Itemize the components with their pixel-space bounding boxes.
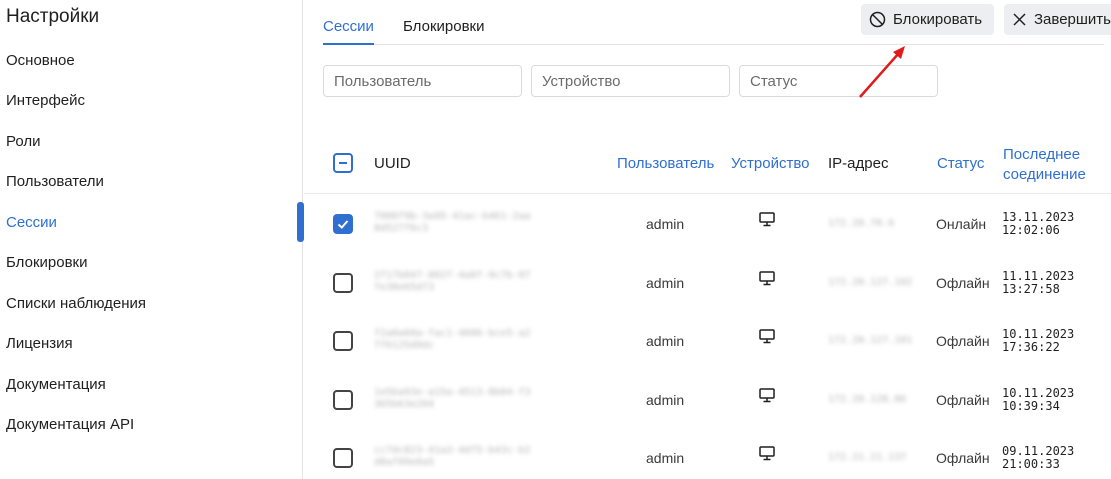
app-window: Настройки Основное Интерфейс Роли Пользо… bbox=[0, 0, 1111, 479]
row-status: Офлайн bbox=[936, 333, 990, 350]
row-checkbox[interactable] bbox=[333, 389, 353, 410]
table-row[interactable]: 1e5ba93e-a15a-4513-8b04-f3365b63e204 adm… bbox=[304, 370, 1111, 429]
row-time: 12:02:06 bbox=[1002, 223, 1060, 237]
row-checkbox[interactable] bbox=[333, 331, 353, 352]
monitor-icon bbox=[759, 270, 775, 289]
row-user: admin bbox=[646, 391, 685, 408]
row-ip: 172.20.128.86 bbox=[828, 393, 907, 405]
row-status: Офлайн bbox=[936, 274, 990, 291]
table-row[interactable]: 7000f9b-3a95-41ac-b461-2aa8d527f6c3 admi… bbox=[304, 194, 1111, 253]
monitor-icon bbox=[759, 212, 775, 230]
column-last-connection-line1: Последнее bbox=[1003, 146, 1081, 163]
row-uuid: 7000f9b-3a95-41ac-b461-2aa8d527f6c3 bbox=[374, 211, 531, 234]
column-status[interactable]: Статус bbox=[937, 155, 984, 172]
check-icon bbox=[337, 220, 349, 229]
sidebar-nav: Основное Интерфейс Роли Пользователи Сес… bbox=[0, 40, 304, 446]
sidebar-item-docs[interactable]: Документация bbox=[0, 364, 303, 405]
table-header: UUID Пользователь Устройство IP-адрес Ст… bbox=[304, 133, 1111, 194]
table-row[interactable]: f2a0a60a-fac1-4606-bce5-a27f6125d9dc adm… bbox=[304, 311, 1111, 370]
sidebar: Настройки Основное Интерфейс Роли Пользо… bbox=[0, 0, 304, 479]
row-user: admin bbox=[646, 274, 685, 291]
row-checkbox[interactable] bbox=[333, 272, 353, 293]
row-last-connection: 13.11.2023 12:02:06 bbox=[1002, 211, 1074, 237]
row-time: 10:39:34 bbox=[1002, 398, 1060, 413]
monitor-icon bbox=[759, 329, 775, 347]
table-row[interactable]: cc7dc823-41a3-4df5-b43c-b2d8af09e0a5 adm… bbox=[304, 428, 1111, 479]
row-ip: 172.21.21.137 bbox=[828, 452, 907, 464]
select-all-checkbox[interactable] bbox=[333, 153, 353, 173]
status-filter-placeholder: Статус bbox=[750, 72, 798, 90]
row-date: 10.11.2023 bbox=[1002, 385, 1075, 400]
row-user: admin bbox=[646, 450, 685, 467]
sidebar-item-blocks[interactable]: Блокировки bbox=[0, 243, 303, 284]
row-uuid: cc7dc823-41a3-4df5-b43c-b2d8af09e0a5 bbox=[374, 445, 531, 469]
row-last-connection: 10.11.2023 17:36:22 bbox=[1002, 328, 1074, 354]
tab-blocks[interactable]: Блокировки bbox=[403, 18, 484, 43]
annotation-arrow-icon bbox=[859, 46, 905, 98]
row-time: 13:27:58 bbox=[1002, 281, 1060, 296]
minus-icon bbox=[339, 162, 347, 164]
row-status: Офлайн bbox=[936, 391, 990, 408]
table-row[interactable]: 2f17b047-802f-4a0f-9c7b-07fe38e65d73 adm… bbox=[304, 253, 1111, 312]
sidebar-item-watchlists[interactable]: Списки наблюдения bbox=[0, 283, 303, 324]
sidebar-item-license[interactable]: Лицензия bbox=[0, 324, 303, 365]
row-time: 21:00:33 bbox=[1002, 457, 1060, 472]
column-uuid: UUID bbox=[374, 155, 411, 172]
row-status: Офлайн bbox=[936, 450, 990, 467]
sidebar-title: Настройки bbox=[6, 6, 100, 27]
end-session-button[interactable]: Завершить bbox=[1004, 4, 1111, 35]
sidebar-item-api-docs[interactable]: Документация API bbox=[0, 405, 303, 446]
end-session-button-label: Завершить bbox=[1034, 11, 1111, 28]
row-last-connection: 10.11.2023 10:39:34 bbox=[1002, 385, 1075, 413]
tab-sessions[interactable]: Сессии bbox=[323, 18, 374, 45]
row-status: Онлайн bbox=[936, 216, 987, 232]
row-last-connection: 09.11.2023 21:00:33 bbox=[1002, 445, 1074, 471]
monitor-icon bbox=[759, 446, 775, 464]
sidebar-item-sessions[interactable]: Сессии bbox=[0, 202, 304, 243]
device-filter-input[interactable]: Устройство bbox=[531, 65, 730, 97]
tabs: Сессии Блокировки Блокировать Завершить bbox=[323, 0, 1111, 45]
sidebar-item-users[interactable]: Пользователи bbox=[0, 162, 303, 203]
block-button[interactable]: Блокировать bbox=[861, 4, 994, 35]
row-last-connection: 11.11.2023 13:27:58 bbox=[1002, 268, 1075, 296]
row-ip: 172.20.70.6 bbox=[828, 218, 895, 229]
main-content: Сессии Блокировки Блокировать Завершить … bbox=[304, 0, 1111, 479]
row-checkbox[interactable] bbox=[333, 214, 353, 234]
close-icon bbox=[1013, 13, 1026, 26]
column-device[interactable]: Устройство bbox=[731, 155, 809, 172]
user-filter-placeholder: Пользователь bbox=[334, 72, 432, 90]
block-button-label: Блокировать bbox=[893, 11, 983, 28]
column-ip: IP-адрес bbox=[828, 155, 889, 172]
sidebar-item-general[interactable]: Основное bbox=[0, 40, 303, 81]
column-last-connection-line2: соединение bbox=[1003, 166, 1086, 183]
row-time: 17:36:22 bbox=[1002, 340, 1060, 355]
row-ip: 172.20.127.102 bbox=[828, 276, 913, 288]
ban-icon bbox=[869, 11, 886, 28]
sidebar-item-interface[interactable]: Интерфейс bbox=[0, 81, 303, 122]
user-filter-input[interactable]: Пользователь bbox=[323, 65, 522, 97]
row-checkbox[interactable] bbox=[333, 448, 353, 469]
column-last-connection[interactable]: Последнее соединение bbox=[1003, 145, 1086, 185]
column-user[interactable]: Пользователь bbox=[617, 155, 714, 172]
row-date: 11.11.2023 bbox=[1002, 268, 1075, 283]
row-uuid: f2a0a60a-fac1-4606-bce5-a27f6125d9dc bbox=[374, 328, 531, 352]
row-uuid: 1e5ba93e-a15a-4513-8b04-f3365b63e204 bbox=[374, 386, 531, 410]
row-ip: 172.20.127.101 bbox=[828, 335, 913, 347]
sidebar-item-roles[interactable]: Роли bbox=[0, 121, 303, 162]
monitor-icon bbox=[759, 388, 775, 406]
row-user: admin bbox=[646, 216, 685, 232]
row-uuid: 2f17b047-802f-4a0f-9c7b-07fe38e65d73 bbox=[374, 269, 531, 293]
row-user: admin bbox=[646, 333, 685, 350]
device-filter-placeholder: Устройство bbox=[542, 72, 621, 90]
